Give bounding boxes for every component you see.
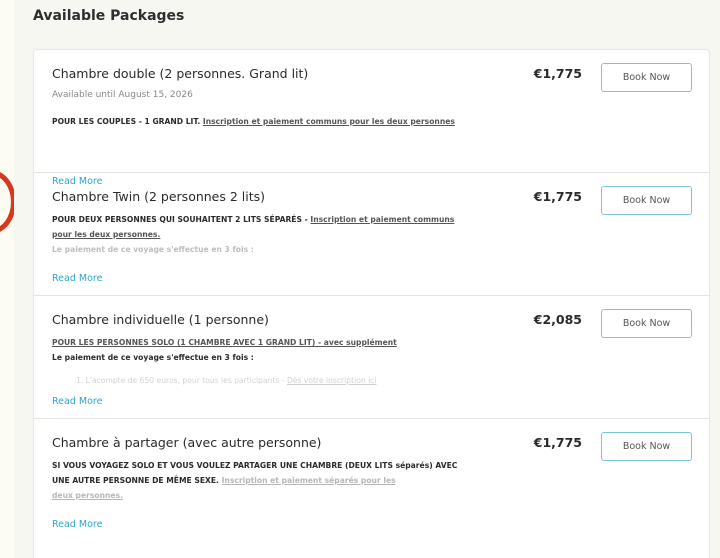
package-description: SI VOUS VOYAGEZ SOLO ET VOUS VOULEZ PART… — [52, 458, 472, 503]
package-item: Chambre individuelle (1 personne) €2,085… — [34, 296, 709, 419]
description-step: 1. L'acompte de 650 euros, pour tous les… — [52, 373, 472, 388]
read-more-link[interactable]: Read More — [52, 273, 102, 284]
description-lead: POUR LES COUPLES - 1 GRAND LIT. — [52, 117, 203, 126]
package-price: €2,085 — [533, 312, 582, 327]
package-name: Chambre à partager (avec autre personne) — [52, 435, 322, 450]
book-now-button[interactable]: Book Now — [601, 309, 692, 338]
package-price: €1,775 — [533, 66, 582, 81]
description-link-continued[interactable]: deux personnes. — [52, 491, 123, 500]
package-price: €1,775 — [533, 189, 582, 204]
read-more-link[interactable]: Read More — [52, 519, 102, 530]
package-item: Chambre Twin (2 personnes 2 lits) €1,775… — [34, 173, 709, 296]
description-payment-note: Le paiement de ce voyage s'effectue en 3… — [52, 245, 254, 254]
description-link[interactable]: POUR LES PERSONNES SOLO (1 CHAMBRE AVEC … — [52, 338, 397, 347]
book-now-button[interactable]: Book Now — [601, 63, 692, 92]
packages-panel: Available Packages Chambre double (2 per… — [14, 0, 720, 558]
package-name: Chambre double (2 personnes. Grand lit) — [52, 66, 309, 81]
read-more-link[interactable]: Read More — [52, 396, 102, 407]
description-payment-note: Le paiement de ce voyage s'effectue en 3… — [52, 353, 254, 362]
book-now-button[interactable]: Book Now — [601, 432, 692, 461]
package-item: Chambre à partager (avec autre personne)… — [34, 419, 709, 542]
package-item: Chambre double (2 personnes. Grand lit) … — [34, 50, 709, 187]
description-link[interactable]: Inscription et paiement séparés pour les — [222, 476, 396, 485]
package-description: POUR LES COUPLES - 1 GRAND LIT. Inscript… — [52, 114, 472, 129]
availability-text: Available until August 15, 2026 — [52, 90, 193, 100]
package-description: POUR LES PERSONNES SOLO (1 CHAMBRE AVEC … — [52, 335, 472, 388]
section-title: Available Packages — [33, 8, 185, 24]
description-lead: POUR DEUX PERSONNES QUI SOUHAITENT 2 LIT… — [52, 215, 311, 224]
book-now-button[interactable]: Book Now — [601, 186, 692, 215]
description-step-link[interactable]: Dès votre inscription ici — [287, 376, 377, 385]
description-step-text: 1. L'acompte de 650 euros, pour tous les… — [76, 376, 287, 385]
packages-card: Chambre double (2 personnes. Grand lit) … — [33, 49, 710, 558]
description-link[interactable]: Inscription et paiement communs pour les… — [203, 117, 455, 126]
package-name: Chambre individuelle (1 personne) — [52, 312, 269, 327]
package-name: Chambre Twin (2 personnes 2 lits) — [52, 189, 266, 204]
package-description: POUR DEUX PERSONNES QUI SOUHAITENT 2 LIT… — [52, 212, 472, 257]
package-price: €1,775 — [533, 435, 582, 450]
